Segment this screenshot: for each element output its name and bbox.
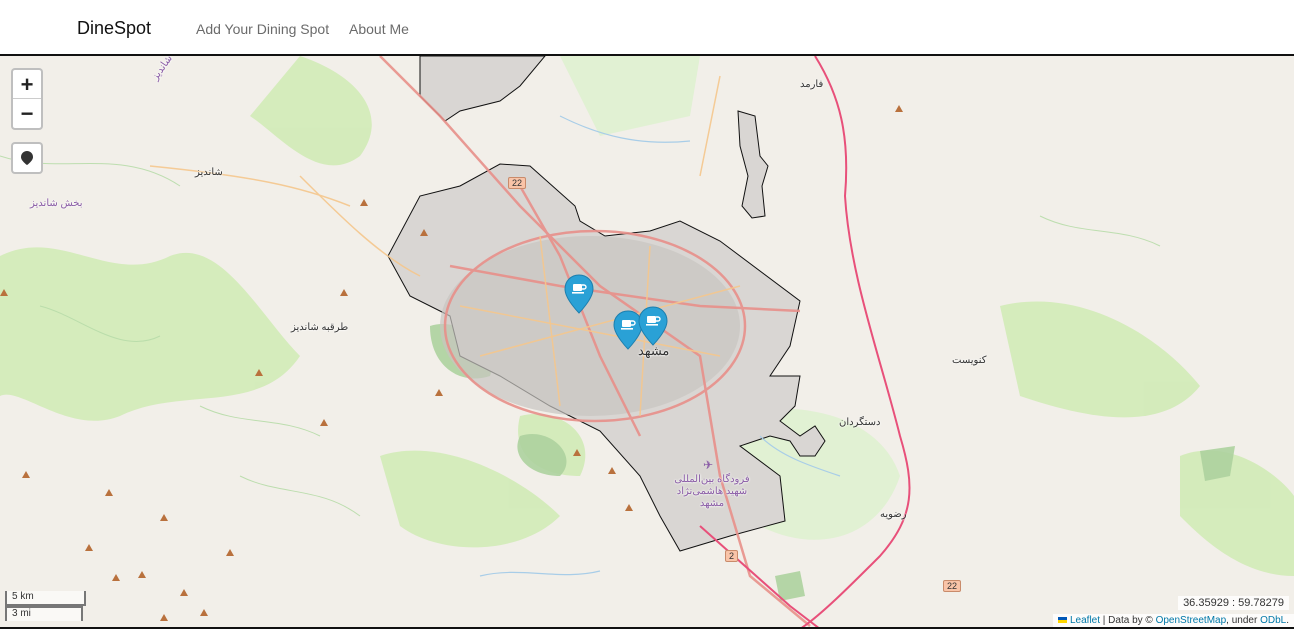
leaflet-link[interactable]: Leaflet	[1070, 615, 1100, 626]
road-shield-22-south: 22	[943, 580, 962, 592]
label-farmad: فارمد	[800, 79, 824, 90]
scale-mi: 3 mi	[5, 606, 83, 621]
label-razaviyeh: رضویه	[880, 509, 907, 520]
label-airport: فرودگاه بین‌المللی شهید هاشمی‌نژاد مشهد	[674, 474, 750, 509]
label-torqabeh: طرقبه شاندیز	[291, 322, 349, 333]
label-dastgerdan: دستگردان	[839, 417, 881, 428]
map-pin-icon	[21, 151, 33, 165]
locate-button[interactable]	[11, 142, 43, 174]
nav-add-dining-spot[interactable]: Add Your Dining Spot	[196, 21, 329, 37]
label-shandiz: شاندیز	[195, 167, 223, 178]
zoom-control: + −	[11, 68, 43, 130]
dining-marker[interactable]	[564, 274, 594, 314]
coffee-icon	[638, 306, 668, 346]
svg-text:✈: ✈	[703, 458, 713, 472]
dining-marker[interactable]	[638, 306, 668, 346]
odbl-link[interactable]: ODbL	[1260, 615, 1286, 626]
map-container[interactable]: ✈ مشهد شاندیز بخش شاندیز طرقبه شاندیز طر…	[0, 56, 1294, 629]
scale-km: 5 km	[5, 591, 86, 606]
zoom-in-button[interactable]: +	[13, 70, 41, 99]
coffee-icon	[564, 274, 594, 314]
road-shield-2: 2	[725, 550, 739, 562]
zoom-out-button[interactable]: −	[13, 99, 41, 128]
nav-about-me[interactable]: About Me	[349, 21, 409, 37]
road-shield-22: 22	[508, 177, 527, 189]
osm-link[interactable]: OpenStreetMap	[1156, 615, 1227, 626]
map-attribution: Leaflet | Data by © OpenStreetMap, under…	[1052, 614, 1294, 627]
label-shandiz-district: بخش شاندیز	[30, 198, 83, 209]
brand-logo[interactable]: DineSpot	[77, 18, 151, 39]
coordinate-readout: 36.35929 : 59.78279	[1178, 596, 1289, 610]
ukraine-flag-icon	[1057, 617, 1067, 624]
scale-bar: 5 km 3 mi	[5, 591, 86, 621]
label-konavist: کنویست	[952, 355, 987, 366]
navbar: DineSpot Add Your Dining Spot About Me	[0, 0, 1294, 56]
